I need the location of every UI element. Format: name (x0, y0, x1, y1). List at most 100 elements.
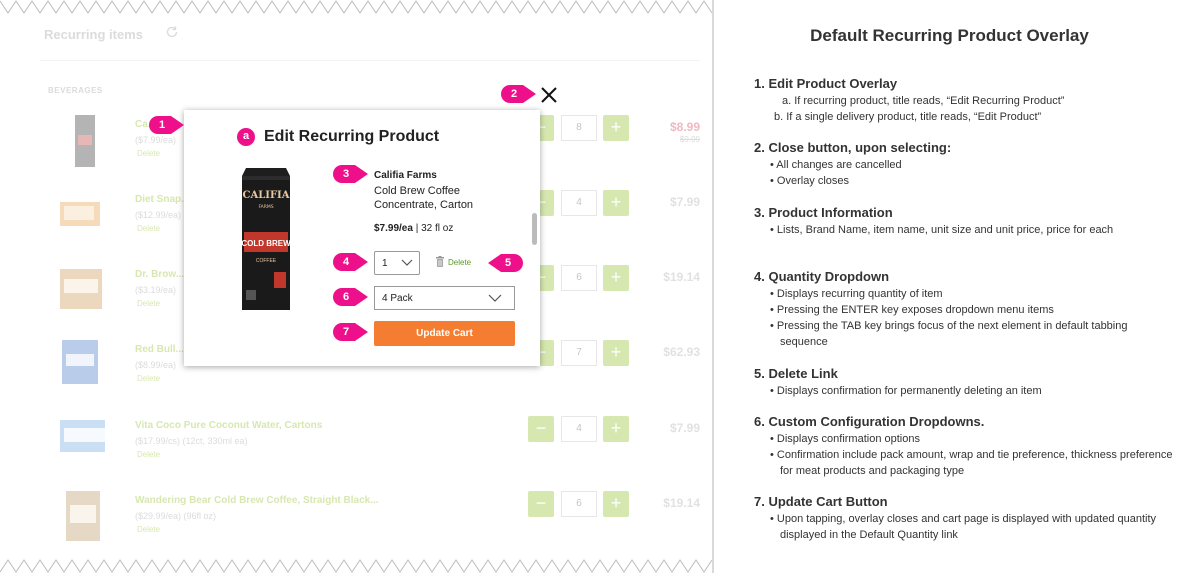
note-line: • Lists, Brand Name, item name, unit siz… (770, 224, 1114, 236)
qty-input[interactable]: 7 (561, 340, 597, 366)
note-section: 7. Update Cart Button • Upon tapping, ov… (754, 494, 1174, 543)
note-heading: 3. Product Information (754, 205, 893, 220)
qty-input[interactable]: 8 (561, 115, 597, 141)
qty-input[interactable]: 4 (561, 190, 597, 216)
note-line: • Pressing the TAB key brings focus of t… (770, 320, 1128, 348)
carton-sub: COFFEE (256, 258, 277, 264)
note-line: • Displays recurring quantity of item (770, 288, 943, 300)
quantity-dropdown[interactable]: 1 (374, 251, 420, 275)
unit-price: ($29.99/ea) (96fl oz) (135, 511, 217, 521)
delete-link[interactable]: Delete (137, 149, 160, 158)
close-icon[interactable] (540, 86, 558, 104)
category-label: BEVERAGES (48, 86, 103, 95)
note-section: 2. Close button, upon selecting: • All c… (754, 140, 1174, 189)
annotation-notes: Default Recurring Product Overlay 1. Edi… (714, 0, 1185, 573)
note-line: a. If recurring product, title reads, “E… (782, 95, 1065, 107)
qty-decrease-button[interactable]: − (528, 416, 554, 442)
note-line: • All changes are cancelled (770, 159, 902, 171)
unit-price: ($3.19/ea) (135, 285, 177, 295)
product-name-link[interactable]: Dr. Brow... (135, 269, 184, 280)
price-size: $7.99/ea | 32 fl oz (374, 223, 453, 234)
torn-edge-top (0, 0, 712, 14)
update-cart-button[interactable]: Update Cart (374, 321, 515, 346)
delete-link[interactable]: Delete (137, 374, 160, 383)
qty-increase-button[interactable]: + (603, 115, 629, 141)
divider-line (40, 60, 700, 61)
unit-price: ($8.99/ea) (135, 360, 177, 370)
qty-input[interactable]: 6 (561, 491, 597, 517)
product-name-link[interactable]: Red Bull... (135, 344, 184, 355)
qty-increase-button[interactable]: + (603, 416, 629, 442)
notes-title: Default Recurring Product Overlay (810, 26, 1089, 45)
carton-brand: CALIFIA (243, 190, 290, 201)
note-line: • Confirmation include pack amount, wrap… (770, 449, 1173, 477)
product-thumbnail[interactable] (50, 190, 105, 250)
qty-increase-button[interactable]: + (603, 190, 629, 216)
note-line: b. If a single delivery product, title r… (774, 111, 1042, 123)
note-section: 3. Product Information • Lists, Brand Na… (754, 205, 1174, 238)
callout-6: 6 (333, 288, 368, 306)
note-heading: 1. Edit Product Overlay (754, 76, 898, 91)
qty-increase-button[interactable]: + (603, 265, 629, 291)
scrollbar[interactable] (532, 213, 537, 245)
qty-input[interactable]: 6 (561, 265, 597, 291)
callout-number: 4 (342, 256, 350, 268)
callout-number: 7 (342, 326, 350, 338)
chevron-down-icon (401, 259, 413, 266)
line-total: $19.14 (663, 270, 700, 284)
qty-increase-button[interactable]: + (603, 491, 629, 517)
delete-link[interactable]: Delete (137, 224, 160, 233)
qty-decrease-button[interactable]: − (528, 491, 554, 517)
note-section: 1. Edit Product Overlay a. If recurring … (754, 76, 1174, 125)
callout-1: 1 (149, 116, 184, 134)
product-thumbnail[interactable] (50, 491, 105, 551)
note-section: 5. Delete Link • Displays confirmation f… (754, 366, 1174, 399)
delete-link[interactable]: Delete (435, 256, 471, 267)
note-line: • Overlay closes (770, 175, 850, 187)
product-name-link[interactable]: Wandering Bear Cold Brew Coffee, Straigh… (135, 495, 379, 506)
product-thumbnail[interactable] (50, 115, 105, 175)
note-heading: 7. Update Cart Button (754, 494, 888, 509)
product-name: Cold Brew Coffee Concentrate, Carton (374, 185, 474, 211)
line-total: $7.99 (669, 421, 700, 435)
delete-link[interactable]: Delete (137, 525, 160, 534)
note-section: 6. Custom Configuration Dropdowns. • Dis… (754, 414, 1174, 479)
qty-input[interactable]: 4 (561, 416, 597, 442)
recurring-items-title: Recurring items (44, 27, 143, 42)
qty-increase-button[interactable]: + (603, 340, 629, 366)
product-thumbnail[interactable] (50, 416, 105, 476)
carton-label: COLD BREW (241, 239, 291, 248)
delete-link[interactable]: Delete (137, 299, 160, 308)
trash-icon (436, 256, 444, 267)
product-image: CALIFIA FARMS COLD BREW COFFEE (241, 168, 291, 310)
product-name-link[interactable]: Diet Snap... (135, 194, 189, 205)
callout-number: 6 (342, 291, 350, 303)
brand-name: Califia Farms (374, 170, 437, 181)
pack-dropdown[interactable]: 4 Pack (374, 286, 515, 310)
product-thumbnail[interactable] (50, 340, 105, 400)
note-line: • Displays confirmation options (770, 433, 920, 445)
quantity-value: 1 (382, 258, 388, 269)
torn-edge-bottom (0, 559, 712, 573)
callout-4: 4 (333, 253, 368, 271)
unit-price: ($17.99/cs) (12ct, 330ml ea) (135, 436, 248, 446)
line-total: $8.99 (669, 120, 700, 134)
callout-2: 2 (501, 85, 536, 103)
unit-price: $7.99/ea (374, 223, 413, 234)
callout-number: 5 (504, 257, 512, 269)
wireframe-mockup: Recurring items BEVERAGES Ca... ($7.99/e… (0, 0, 712, 573)
note-line: • Upon tapping, overlay closes and cart … (770, 513, 1157, 541)
delete-label: Delete (448, 258, 472, 267)
callout-3: 3 (333, 165, 368, 183)
modal-title: Edit Recurring Product (264, 128, 440, 145)
cart-row: Vita Coco Pure Coconut Water, Cartons ($… (40, 416, 700, 491)
product-name-link[interactable]: Vita Coco Pure Coconut Water, Cartons (135, 420, 322, 431)
note-line: • Pressing the ENTER key exposes dropdow… (770, 304, 1054, 316)
product-thumbnail[interactable] (50, 265, 105, 325)
callout-number: 1 (158, 119, 166, 131)
refresh-icon[interactable] (165, 25, 179, 39)
delete-link[interactable]: Delete (137, 450, 160, 459)
note-heading: 6. Custom Configuration Dropdowns. (754, 414, 985, 429)
note-heading: 2. Close button, upon selecting: (754, 140, 952, 155)
unit-price: ($7.99/ea) (135, 135, 177, 145)
